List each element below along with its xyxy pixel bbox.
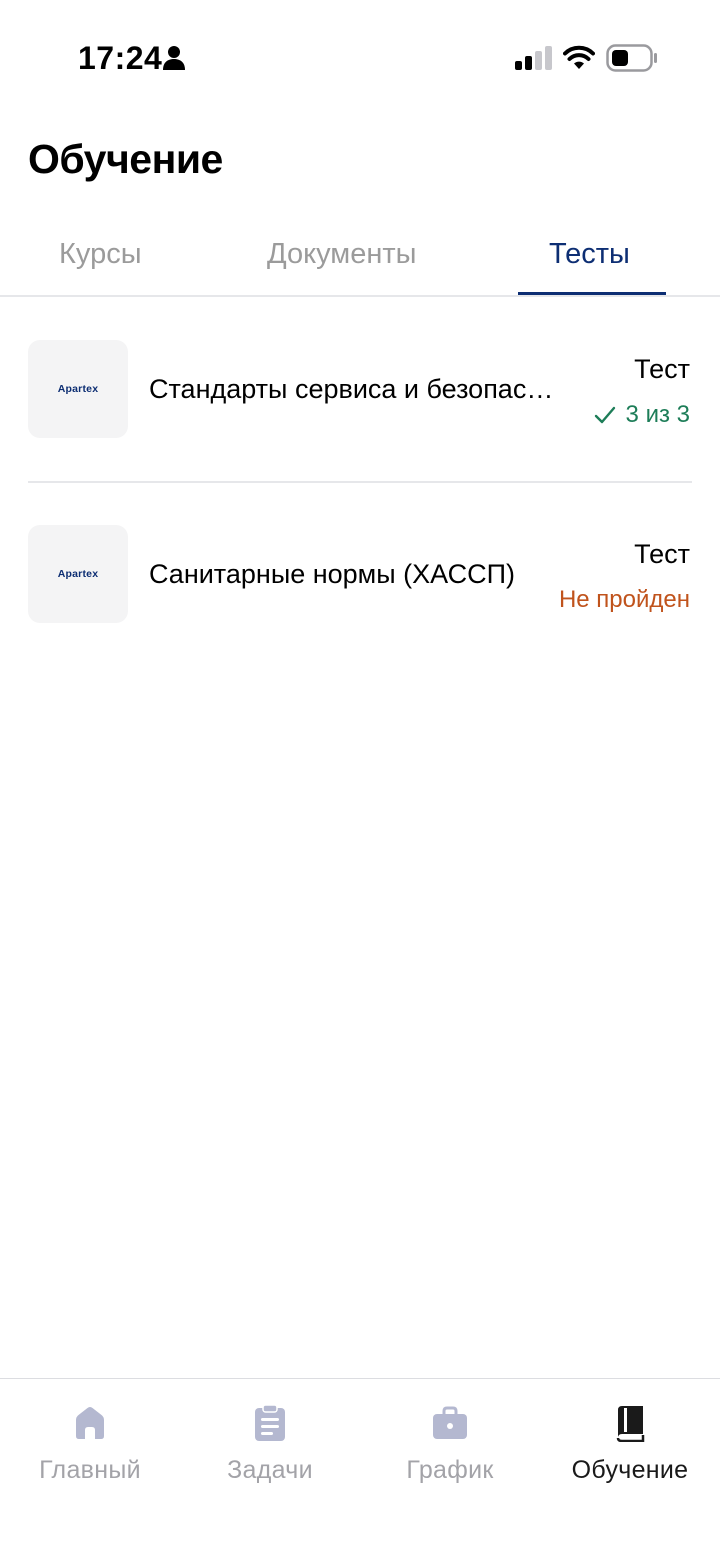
book-icon bbox=[616, 1406, 645, 1442]
list-divider bbox=[28, 481, 692, 483]
page-title: Обучение bbox=[28, 136, 223, 182]
test-title: Санитарные нормы (ХАССП) bbox=[149, 559, 515, 589]
nav-tasks[interactable]: Задачи bbox=[180, 1404, 360, 1504]
apartex-logo: Apartex bbox=[57, 568, 99, 580]
nav-learning[interactable]: Обучение bbox=[540, 1404, 720, 1504]
test-thumbnail: Apartex bbox=[28, 340, 128, 438]
home-icon bbox=[76, 1407, 104, 1439]
signal-icon bbox=[515, 46, 552, 70]
tabs-divider bbox=[0, 295, 720, 297]
tab-courses[interactable]: Курсы bbox=[59, 238, 142, 271]
briefcase-icon bbox=[433, 1406, 467, 1439]
list-item[interactable]: Apartex Стандарты сервиса и безопасности… bbox=[0, 318, 720, 458]
nav-home-label: Главный bbox=[39, 1456, 141, 1484]
person-icon bbox=[163, 46, 185, 70]
tab-tests[interactable]: Тесты bbox=[549, 238, 630, 271]
nav-tasks-label: Задачи bbox=[227, 1456, 313, 1484]
tab-bar: Курсы Документы Тесты bbox=[0, 222, 720, 298]
nav-home[interactable]: Главный bbox=[0, 1404, 180, 1504]
status-time: 17:24 bbox=[78, 40, 163, 76]
test-status: 3 из 3 bbox=[594, 401, 690, 429]
test-status: Не пройден bbox=[559, 586, 690, 614]
test-status-text: 3 из 3 bbox=[625, 401, 690, 428]
bottom-navigation: Главный Задачи График Обучение bbox=[0, 1378, 720, 1566]
test-type: Тест bbox=[634, 539, 690, 569]
battery-icon bbox=[606, 44, 657, 72]
test-thumbnail: Apartex bbox=[28, 525, 128, 623]
test-type: Тест bbox=[634, 354, 690, 384]
app-screen: 17:24 Обучение Курсы Документы Тесты Apa… bbox=[0, 0, 720, 1566]
tab-documents[interactable]: Документы bbox=[267, 238, 417, 271]
nav-schedule[interactable]: График bbox=[360, 1404, 540, 1504]
test-title: Стандарты сервиса и безопасности bbox=[149, 374, 561, 404]
wifi-icon bbox=[563, 45, 595, 69]
status-bar: 17:24 bbox=[0, 0, 720, 118]
nav-schedule-label: График bbox=[406, 1456, 494, 1484]
nav-learning-label: Обучение bbox=[571, 1456, 689, 1484]
list-item[interactable]: Apartex Санитарные нормы (ХАССП) Тест Не… bbox=[0, 503, 720, 643]
clipboard-icon bbox=[255, 1404, 285, 1441]
apartex-logo: Apartex bbox=[57, 383, 99, 395]
check-icon bbox=[594, 406, 615, 424]
test-status-text: Не пройден bbox=[558, 586, 690, 613]
nav-divider bbox=[0, 1378, 720, 1379]
